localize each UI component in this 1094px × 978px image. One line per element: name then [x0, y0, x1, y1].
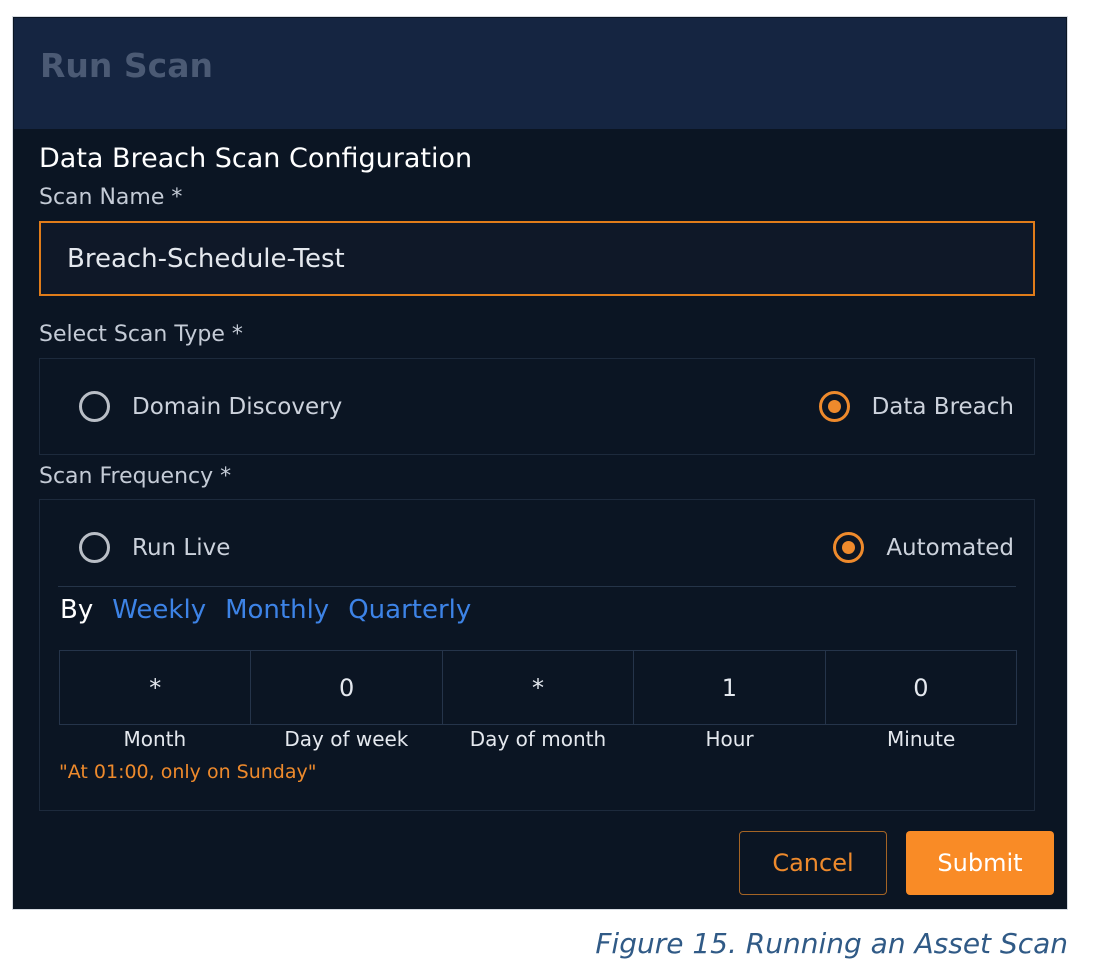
preset-quarterly-link[interactable]: Quarterly [348, 595, 471, 625]
cron-hour-label: Hour [705, 727, 754, 751]
radio-label: Data Breach [871, 393, 1014, 420]
radio-unchecked-icon [79, 532, 110, 563]
radio-checked-icon [818, 391, 850, 422]
cron-description: "At 01:00, only on Sunday" [59, 761, 317, 783]
radio-run-live[interactable]: Run Live [79, 532, 230, 563]
run-scan-dialog: Run Scan Data Breach Scan Configuration … [12, 16, 1068, 910]
scan-name-label: Scan Name * [39, 185, 183, 210]
radio-domain-discovery[interactable]: Domain Discovery [79, 391, 342, 422]
scan-frequency-label: Scan Frequency * [39, 464, 232, 489]
cron-day-of-month-label: Day of month [469, 727, 607, 751]
scan-frequency-group: Run Live Automated By Weekly Monthly Qua… [39, 499, 1035, 811]
cron-minute-field[interactable]: 0 [826, 651, 1016, 724]
radio-label: Run Live [132, 534, 231, 561]
cron-labels: Month Day of week Day of month Hour Minu… [59, 727, 1017, 751]
cron-month-label: Month [123, 727, 187, 751]
radio-unchecked-icon [79, 391, 110, 422]
radio-label: Automated [886, 534, 1014, 561]
cron-hour-field[interactable]: 1 [634, 651, 826, 724]
scan-type-label: Select Scan Type * [39, 322, 243, 347]
scan-type-group: Domain Discovery Data Breach [39, 358, 1035, 455]
cron-day-of-week-label: Day of week [284, 727, 409, 751]
cron-day-of-week-field[interactable]: 0 [251, 651, 443, 724]
cron-minute-label: Minute [887, 727, 956, 751]
scan-name-input[interactable] [39, 221, 1035, 296]
figure-caption: Figure 15. Running an Asset Scan [595, 927, 1068, 960]
submit-button[interactable]: Submit [906, 831, 1054, 895]
section-title: Data Breach Scan Configuration [39, 143, 473, 174]
frequency-presets: By Weekly Monthly Quarterly [60, 590, 490, 630]
cancel-button[interactable]: Cancel [739, 831, 887, 895]
preset-weekly-link[interactable]: Weekly [112, 595, 206, 625]
preset-monthly-link[interactable]: Monthly [225, 595, 329, 625]
cron-day-of-month-field[interactable]: * [443, 651, 635, 724]
radio-checked-icon [833, 532, 865, 563]
radio-automated[interactable]: Automated [833, 532, 1014, 563]
cron-fields: * 0 * 1 0 [59, 650, 1017, 725]
divider [58, 586, 1016, 587]
by-label: By [60, 595, 94, 625]
radio-data-breach[interactable]: Data Breach [818, 391, 1014, 422]
radio-label: Domain Discovery [132, 393, 343, 420]
dialog-header: Run Scan [14, 18, 1066, 129]
cron-month-field[interactable]: * [60, 651, 252, 724]
dialog-title: Run Scan [40, 46, 213, 85]
